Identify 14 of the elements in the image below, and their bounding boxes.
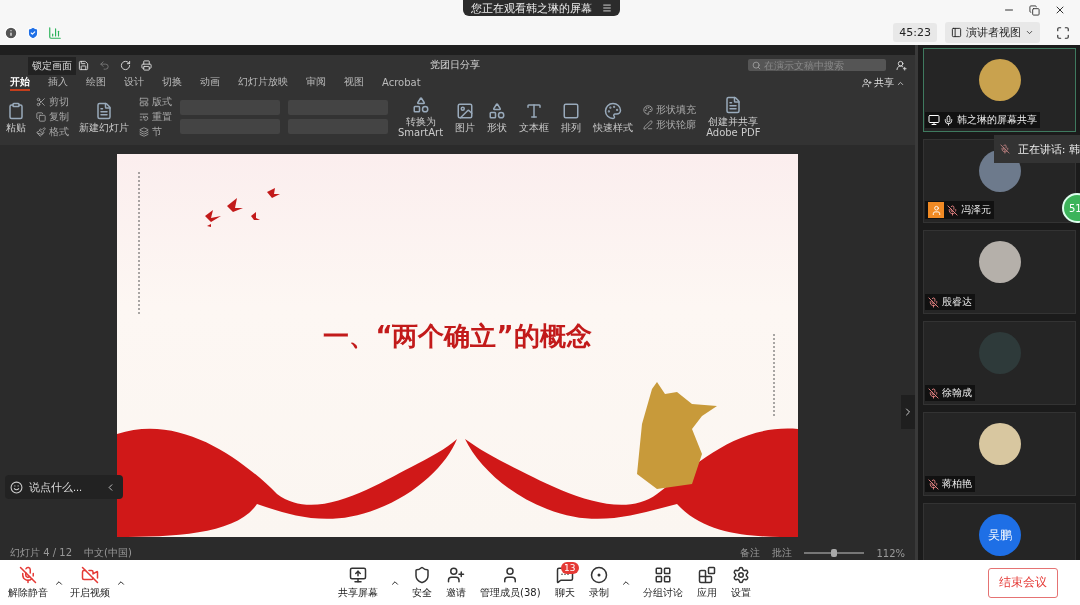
participant-name: 韩之琳的屏幕共享 (957, 113, 1037, 127)
participant-name: 殷睿达 (942, 295, 972, 309)
slide-counter: 幻灯片 4 / 12 (10, 546, 72, 560)
unread-badge: 13 (561, 561, 579, 574)
language-label: 中文(中国) (84, 546, 132, 560)
slide-title: 一、“两个确立”的概念 (322, 320, 593, 353)
document-title: 党团日分享 (430, 58, 480, 72)
banner-text: 您正在观看韩之琳的屏幕 (471, 0, 592, 16)
avatar: 吴鹏 (978, 514, 1021, 556)
participant-name: 冯泽元 (961, 203, 991, 217)
participant-name: 徐翰成 (942, 386, 972, 400)
participant-name: 蒋柏艳 (942, 477, 972, 491)
meeting-timer: 45:23 (893, 23, 937, 42)
zoom-level: 112% (876, 547, 905, 559)
